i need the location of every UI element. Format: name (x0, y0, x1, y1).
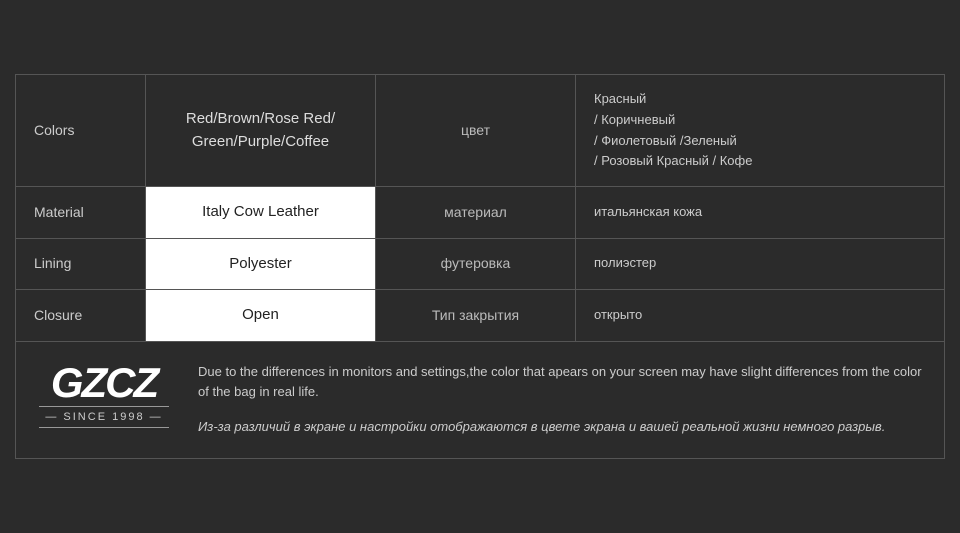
label-colors: Colors (16, 74, 146, 186)
table-row: Colors Red/Brown/Rose Red/ Green/Purple/… (16, 74, 945, 186)
ru-label-colors: цвет (376, 74, 576, 186)
ru-value-material: итальянская кожа (576, 187, 945, 239)
value-closure-en: Open (146, 290, 376, 342)
footer-cell: GZCZ — SINCE 1998 — Due to the differenc… (16, 341, 945, 458)
footer-inner: GZCZ — SINCE 1998 — Due to the differenc… (34, 362, 926, 438)
ru-label-material: материал (376, 187, 576, 239)
ru-label-closure: Тип закрытия (376, 290, 576, 342)
logo-text: GZCZ (51, 362, 157, 404)
value-colors-en: Red/Brown/Rose Red/ Green/Purple/Coffee (146, 74, 376, 186)
value-material-en: Italy Cow Leather (146, 187, 376, 239)
notice-en: Due to the differences in monitors and s… (198, 362, 926, 404)
main-container: Colors Red/Brown/Rose Red/ Green/Purple/… (15, 74, 945, 459)
ru-value-closure: открыто (576, 290, 945, 342)
notice-ru: Из-за различий в экране и настройки отоб… (198, 417, 926, 438)
ru-label-lining: футеровка (376, 238, 576, 290)
product-table: Colors Red/Brown/Rose Red/ Green/Purple/… (15, 74, 945, 459)
table-row: Closure Open Тип закрытия открыто (16, 290, 945, 342)
table-row: Material Italy Cow Leather материал итал… (16, 187, 945, 239)
ru-value-colors: Красный / Коричневый / Фиолетовый /Зелен… (576, 74, 945, 186)
footer-row: GZCZ — SINCE 1998 — Due to the differenc… (16, 341, 945, 458)
label-material: Material (16, 187, 146, 239)
value-lining-en: Polyester (146, 238, 376, 290)
label-lining: Lining (16, 238, 146, 290)
label-closure: Closure (16, 290, 146, 342)
table-row: Lining Polyester футеровка полиэстер (16, 238, 945, 290)
footer-notice: Due to the differences in monitors and s… (198, 362, 926, 438)
logo-sub: — SINCE 1998 — (39, 406, 168, 429)
logo-block: GZCZ — SINCE 1998 — (34, 362, 174, 429)
ru-value-lining: полиэстер (576, 238, 945, 290)
